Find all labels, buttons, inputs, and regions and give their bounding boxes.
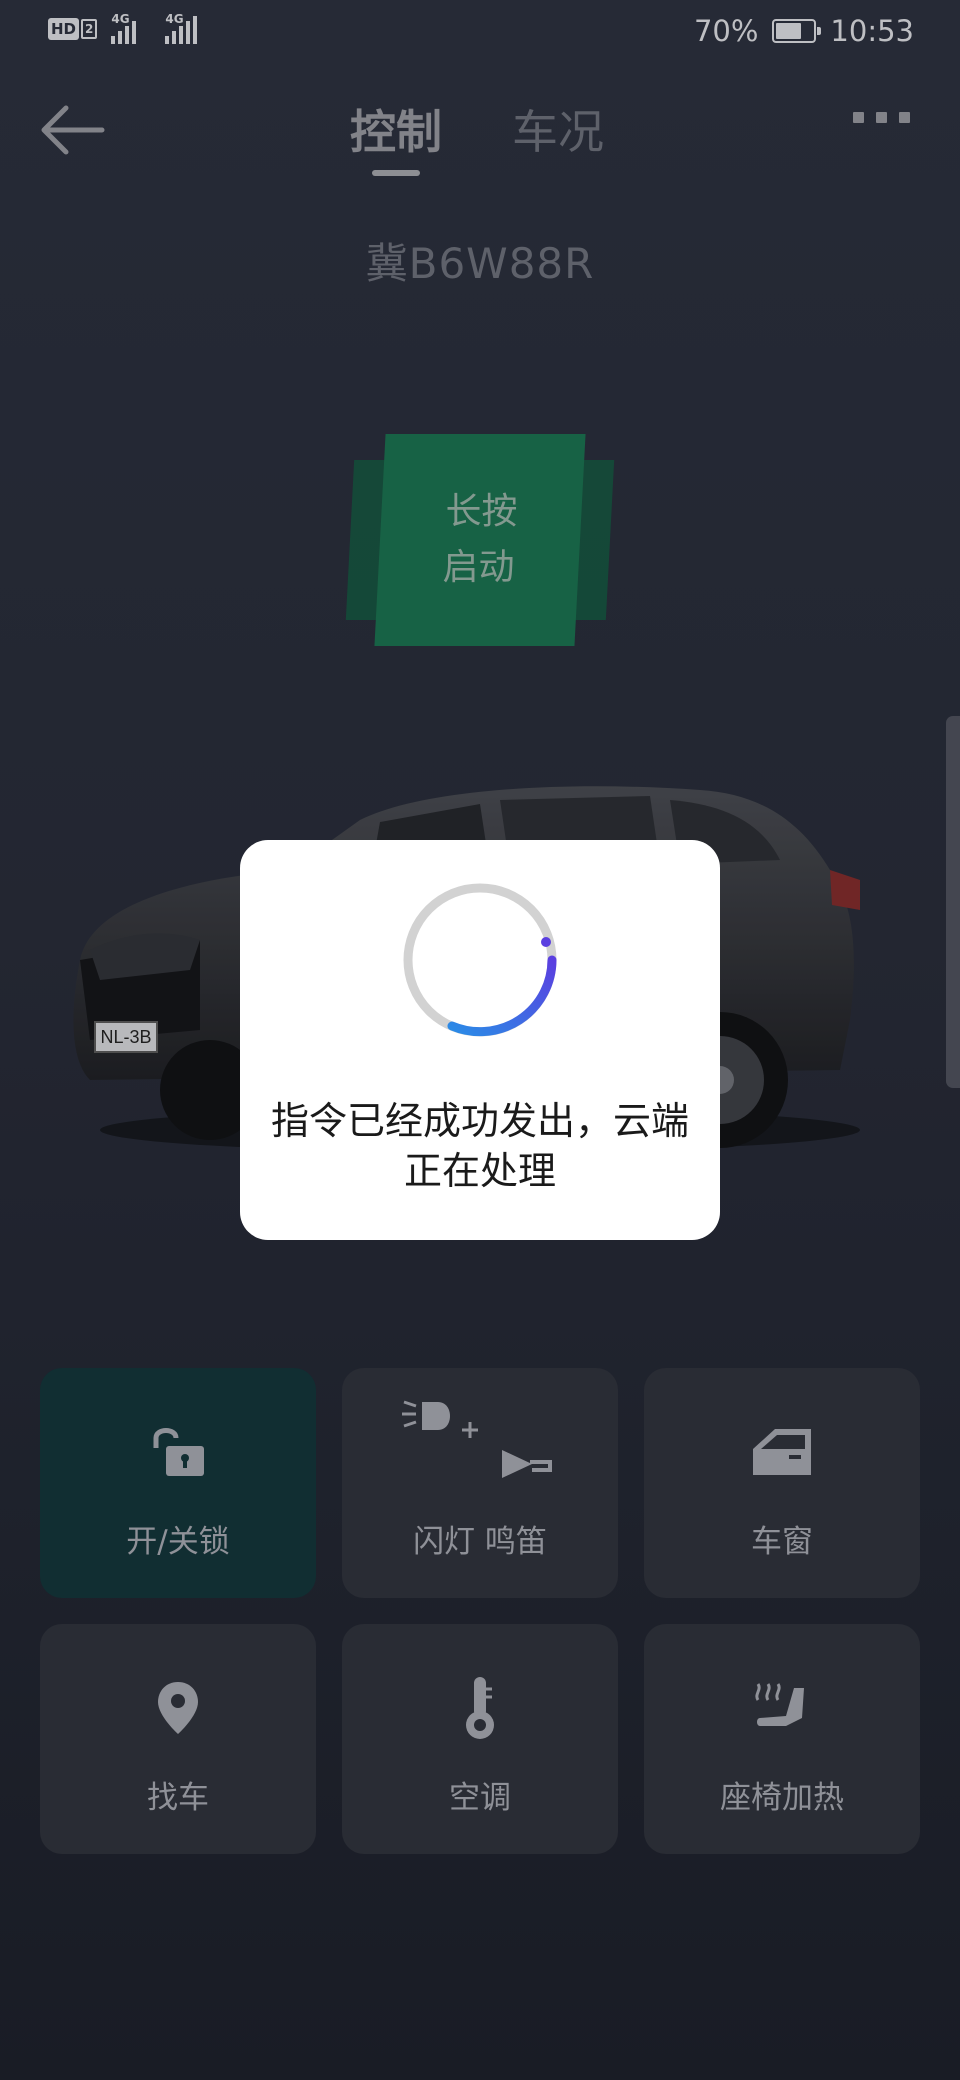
loading-dialog: 指令已经成功发出，云端正在处理 <box>240 840 720 1240</box>
dialog-message: 指令已经成功发出，云端正在处理 <box>270 1099 689 1193</box>
loading-spinner-icon <box>403 883 557 1037</box>
